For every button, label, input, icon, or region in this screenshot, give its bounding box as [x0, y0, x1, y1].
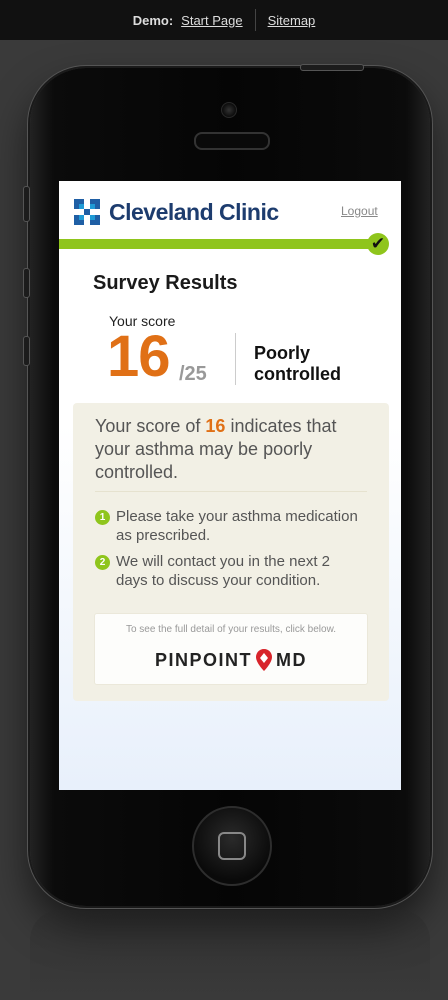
results-card: Your score of 16 indicates that your ast… — [73, 403, 389, 701]
pinpoint-brand-right: MD — [276, 649, 307, 670]
score-divider — [235, 333, 236, 385]
cleveland-cross-icon — [74, 199, 100, 225]
score-max: /25 — [179, 363, 207, 385]
list-item: 1 Please take your asthma medication as … — [95, 507, 365, 545]
page-title: Survey Results — [93, 272, 238, 294]
summary-score: 16 — [205, 416, 226, 436]
mute-switch — [23, 186, 30, 222]
demo-label: Demo: — [132, 12, 174, 28]
demo-bar: Demo: Start Page Sitemap — [0, 0, 448, 40]
logo-text: Cleveland Clinic — [109, 199, 279, 225]
step-number-badge: 1 — [95, 510, 110, 525]
pinpoint-brand-left: PINPOINT — [154, 649, 252, 670]
status-line-1: Poorly — [254, 343, 311, 363]
card-divider — [95, 491, 367, 492]
step-text: We will contact you in the next 2 days t… — [116, 553, 330, 589]
pinpoint-logo[interactable]: PINPOINT MD — [95, 648, 367, 672]
summary-text: Your score of 16 indicates that your ast… — [95, 415, 375, 484]
home-button-icon[interactable] — [192, 806, 272, 886]
logout-link[interactable]: Logout — [341, 204, 378, 218]
power-button — [300, 64, 364, 71]
start-page-link[interactable]: Start Page — [181, 13, 242, 28]
summary-prefix: Your score of — [95, 416, 206, 436]
demo-divider — [254, 9, 256, 31]
speaker-grille — [194, 132, 270, 150]
app-screen: Cleveland Clinic Logout ✔ Survey Results… — [59, 181, 401, 790]
check-icon: ✔ — [367, 233, 389, 255]
volume-up-button — [23, 268, 30, 298]
pinpoint-link-box[interactable]: To see the full detail of your results, … — [94, 613, 368, 685]
volume-down-button — [23, 336, 30, 366]
map-pin-icon — [256, 649, 272, 671]
pinpoint-note: To see the full detail of your results, … — [125, 624, 337, 635]
step-number-badge: 2 — [95, 555, 110, 570]
step-text: Please take your asthma medication as pr… — [116, 508, 358, 544]
camera-icon — [221, 102, 237, 118]
sitemap-link[interactable]: Sitemap — [268, 13, 316, 28]
progress-bar — [59, 239, 387, 249]
list-item: 2 We will contact you in the next 2 days… — [95, 552, 365, 590]
score-value: 16 — [107, 324, 171, 389]
phone-reflection — [30, 910, 430, 1000]
app-header: Cleveland Clinic Logout — [59, 181, 401, 241]
control-status: Poorly controlled — [254, 343, 384, 385]
status-line-2: controlled — [254, 364, 342, 384]
